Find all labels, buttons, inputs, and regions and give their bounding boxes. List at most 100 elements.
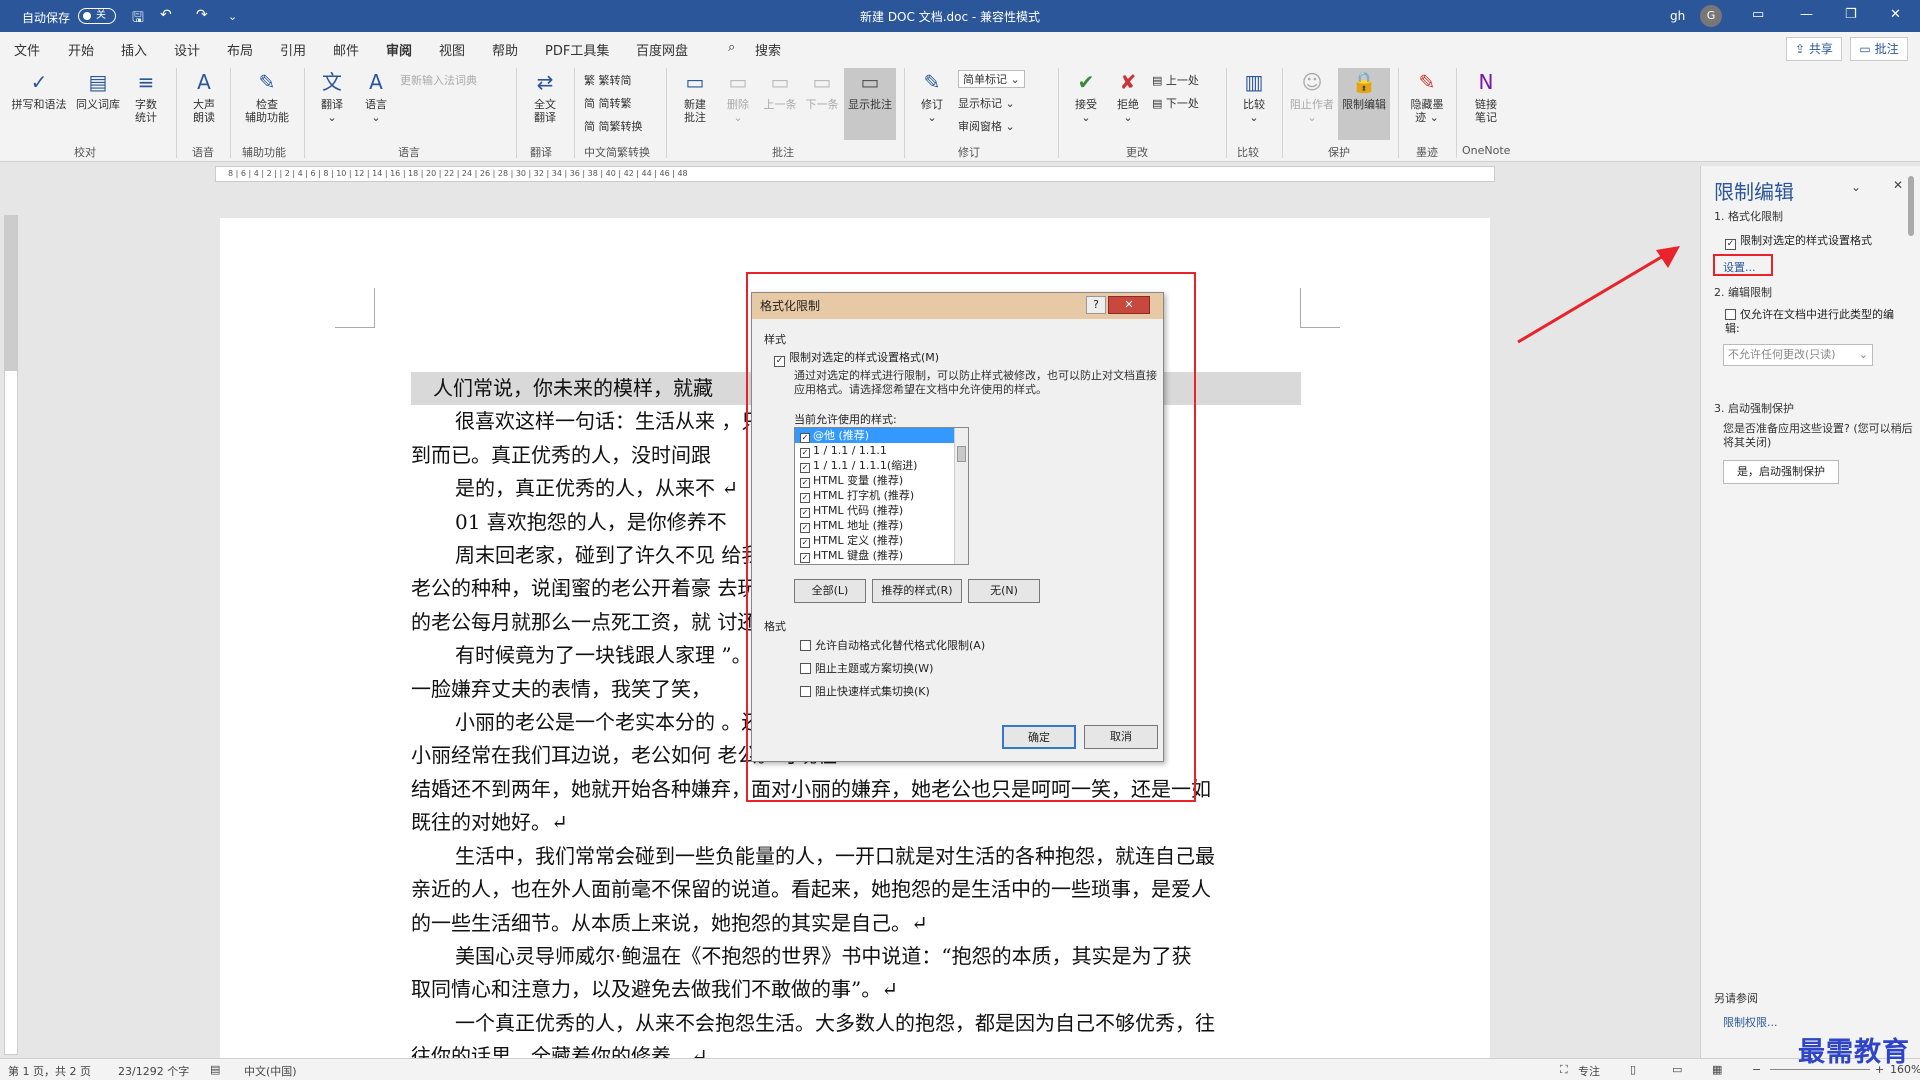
hide-ink-button[interactable]: ✎ 隐藏墨迹 ⌄	[1404, 68, 1450, 124]
zoom-slider[interactable]	[1770, 1069, 1870, 1070]
block-authors-button[interactable]: ☺ 阻止作者 ⌄	[1288, 68, 1336, 124]
pane-options-icon[interactable]: ⌄	[1851, 180, 1861, 194]
undo-icon[interactable]: ↶	[160, 7, 172, 23]
list-item[interactable]: ✓ @他 (推荐)	[795, 428, 968, 443]
print-layout-icon[interactable]: ▭	[1672, 1063, 1682, 1076]
zoom-out-icon[interactable]: −	[1752, 1063, 1761, 1076]
web-layout-icon[interactable]: ▦	[1712, 1063, 1722, 1076]
document-title: 新建 DOC 文档.doc - 兼容性模式	[860, 10, 1041, 24]
editing-type-dropdown[interactable]: 不允许任何更改(只读) ⌄	[1723, 344, 1873, 366]
read-mode-icon[interactable]: ▯	[1630, 1063, 1636, 1076]
tab-design[interactable]: 设计	[174, 40, 200, 59]
redo-icon[interactable]: ↷	[196, 7, 208, 23]
vertical-ruler[interactable]	[4, 215, 18, 1055]
compare-button[interactable]: ▥ 比较 ⌄	[1234, 68, 1274, 124]
list-item[interactable]: ✓ HTML 键盘 (推荐)	[795, 548, 968, 563]
language-status[interactable]: 中文(中国)	[244, 1063, 297, 1079]
pane-scrollbar[interactable]	[1908, 176, 1914, 236]
list-item[interactable]: ✓ HTML 代码 (推荐)	[795, 503, 968, 518]
new-comment-button[interactable]: ▭ 新建 批注	[674, 68, 716, 124]
full-text-translate-button[interactable]: ⇄ 全文 翻译	[524, 68, 566, 124]
trad-to-simp-button[interactable]: 繁 繁转简	[584, 72, 632, 88]
restrict-editing-button[interactable]: 🔒 限制编辑	[1338, 68, 1390, 140]
cancel-button[interactable]: 取消	[1084, 725, 1158, 749]
list-item[interactable]: ✓ HTML 定义 (推荐)	[795, 533, 968, 548]
restore-icon[interactable]: ❐	[1845, 7, 1857, 22]
translate-button[interactable]: 文翻译 ⌄	[312, 68, 352, 124]
tab-baidu-netdisk[interactable]: 百度网盘	[636, 40, 688, 59]
tab-pdf-tools[interactable]: PDF工具集	[545, 40, 609, 59]
block-theme-switch-checkbox[interactable]: 阻止主题或方案切换(W)	[800, 660, 933, 676]
customize-qat-icon[interactable]: ⌄	[228, 10, 237, 23]
none-button[interactable]: 无(N)	[968, 579, 1040, 603]
tab-insert[interactable]: 插入	[121, 40, 147, 59]
tab-help[interactable]: 帮助	[492, 40, 518, 59]
previous-change-button[interactable]: ▤ 上一处	[1152, 72, 1199, 88]
list-item[interactable]: ✓ 1 / 1.1 / 1.1.1	[795, 443, 968, 458]
list-item[interactable]: ✓ 1 / 1.1 / 1.1.1(缩进)	[795, 458, 968, 473]
word-count-button[interactable]: ≡ 字数 统计	[128, 68, 164, 124]
prev-comment-button[interactable]: ▭ 上一条	[760, 68, 800, 111]
page-count[interactable]: 第 1 页，共 2 页	[8, 1063, 91, 1079]
show-comments-button[interactable]: ▭ 显示批注	[844, 68, 896, 140]
simp-to-trad-button[interactable]: 简 简转繁	[584, 95, 632, 111]
check-accessibility-button[interactable]: ✎ 检查 辅助功能	[238, 68, 296, 124]
thesaurus-button[interactable]: ▤ 同义词库	[72, 68, 124, 111]
linked-notes-button[interactable]: N 链接 笔记	[1462, 68, 1510, 124]
show-markup-button[interactable]: 显示标记 ⌄	[958, 95, 1015, 111]
list-item[interactable]: ✓ HTML 地址 (推荐)	[795, 518, 968, 533]
horizontal-ruler[interactable]: 8 | 6 | 4 | 2 | | 2 | 4 | 6 | 8 | 10 | 1…	[215, 166, 1495, 182]
list-item[interactable]: ✓ HTML 打字机 (推荐)	[795, 488, 968, 503]
start-enforcement-button[interactable]: 是，启动强制保护	[1723, 460, 1839, 484]
tab-mailings[interactable]: 邮件	[333, 40, 359, 59]
tab-references[interactable]: 引用	[280, 40, 306, 59]
tab-file[interactable]: 文件	[14, 40, 40, 59]
next-change-button[interactable]: ▤ 下一处	[1152, 95, 1199, 111]
autosave-toggle[interactable]: 关	[78, 8, 116, 24]
read-aloud-button[interactable]: A 大声 朗读	[184, 68, 224, 124]
ok-button[interactable]: 确定	[1002, 725, 1076, 749]
reject-button[interactable]: ✘ 拒绝 ⌄	[1108, 68, 1148, 124]
word-count[interactable]: 23/1292 个字	[118, 1063, 189, 1079]
tab-home[interactable]: 开始	[68, 40, 94, 59]
scrollbar-thumb[interactable]	[957, 446, 966, 462]
search-icon[interactable]: ⌕	[728, 40, 735, 55]
restrict-permission-link[interactable]: 限制权限...	[1723, 1014, 1778, 1030]
search-box[interactable]: 搜索	[755, 40, 781, 59]
focus-label[interactable]: 专注	[1578, 1063, 1600, 1079]
share-button[interactable]: ⇪ 共享	[1786, 37, 1842, 61]
proofing-icon[interactable]: ▤	[210, 1063, 220, 1076]
chinese-conversion-button[interactable]: 简 简繁转换	[584, 118, 643, 134]
track-changes-button[interactable]: ✎ 修订 ⌄	[912, 68, 952, 124]
allow-autoformat-checkbox[interactable]: 允许自动格式化替代格式化限制(A)	[800, 637, 985, 653]
comments-button[interactable]: ▭ 批注	[1850, 37, 1908, 61]
all-button[interactable]: 全部(L)	[794, 579, 866, 603]
reviewing-pane-button[interactable]: 审阅窗格 ⌄	[958, 118, 1015, 134]
pane-limit-styles-checkbox[interactable]: ✓ 限制对选定的样式设置格式	[1725, 232, 1872, 250]
recommended-styles-button[interactable]: 推荐的样式(R)	[872, 579, 962, 603]
focus-icon[interactable]: ⛶	[1560, 1063, 1568, 1077]
next-comment-button[interactable]: ▭ 下一条	[802, 68, 842, 111]
tab-view[interactable]: 视图	[439, 40, 465, 59]
accept-button[interactable]: ✔ 接受 ⌄	[1066, 68, 1106, 124]
block-quick-style-checkbox[interactable]: 阻止快速样式集切换(K)	[800, 683, 930, 699]
help-button[interactable]: ?	[1086, 296, 1106, 314]
language-button[interactable]: A 语言 ⌄	[356, 68, 396, 124]
limit-styles-checkbox[interactable]: ✓ 限制对选定的样式设置格式(M)	[774, 349, 939, 367]
save-icon[interactable]: 🖫	[132, 7, 144, 31]
styles-list-scrollbar[interactable]	[954, 428, 968, 564]
minimize-icon[interactable]: —	[1800, 7, 1813, 22]
close-icon[interactable]: ✕	[1890, 7, 1901, 22]
ribbon-display-icon[interactable]: ▭	[1752, 7, 1764, 22]
markup-display-select[interactable]: 简单标记 ⌄	[958, 70, 1025, 88]
pane-close-icon[interactable]: ✕	[1893, 178, 1903, 192]
list-item[interactable]: ✓ HTML 变量 (推荐)	[795, 473, 968, 488]
avatar[interactable]: G	[1700, 5, 1722, 27]
dialog-close-button[interactable]: ✕	[1108, 296, 1150, 314]
tab-layout[interactable]: 布局	[227, 40, 253, 59]
spelling-grammar-button[interactable]: ✓ 拼写和语法	[8, 68, 70, 111]
delete-comment-button[interactable]: ▭ 删除 ⌄	[718, 68, 758, 124]
styles-list[interactable]: ✓ @他 (推荐) ✓ 1 / 1.1 / 1.1.1 ✓ 1 / 1.1 / 1.1…	[794, 427, 969, 565]
editing-restriction-checkbox[interactable]: 仅允许在文档中进行此类型的编辑:	[1725, 308, 1905, 336]
update-ime-dictionary[interactable]: 更新输入法词典	[400, 72, 477, 88]
